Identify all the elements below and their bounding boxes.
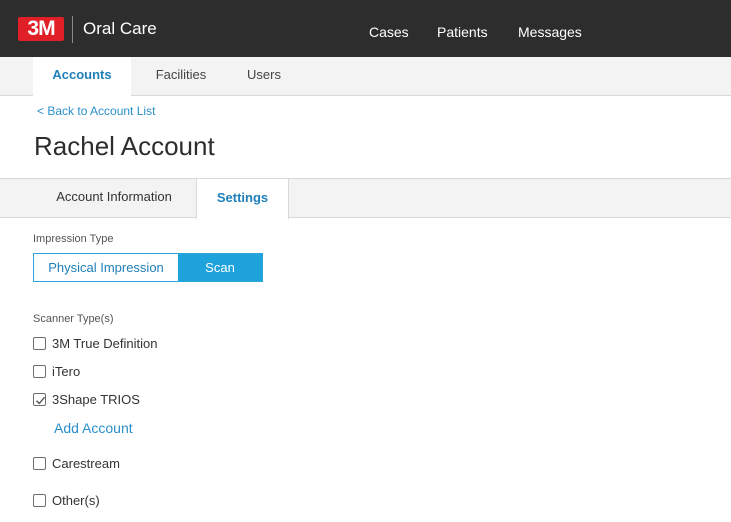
add-account-link[interactable]: Add Account — [54, 420, 133, 436]
scanner-option-3shape-trios[interactable]: 3Shape TRIOS — [33, 391, 140, 407]
sub-navigation: Accounts Facilities Users — [0, 57, 731, 97]
impression-type-toggle: Physical Impression Scan — [33, 253, 263, 282]
top-header: 3M Oral Care Cases Patients Messages — [0, 0, 731, 57]
tab-account-information[interactable]: Account Information — [34, 178, 194, 219]
tab-settings[interactable]: Settings — [196, 178, 289, 219]
scanner-option-label: Other(s) — [52, 492, 100, 508]
subtab-accounts[interactable]: Accounts — [33, 57, 131, 97]
subtab-users[interactable]: Users — [232, 57, 296, 96]
scanner-types-label: Scanner Type(s) — [33, 313, 114, 325]
impression-type-label: Impression Type — [33, 233, 114, 245]
checkmark-icon — [36, 396, 46, 404]
scanner-option-itero[interactable]: iTero — [33, 363, 80, 379]
checkbox[interactable] — [33, 336, 46, 350]
checkbox-checked[interactable] — [33, 392, 46, 406]
scanner-option-others[interactable]: Other(s) — [33, 492, 100, 508]
scanner-option-label: Carestream — [52, 455, 120, 471]
scanner-option-label: 3M True Definition — [52, 335, 158, 351]
scan-button[interactable]: Scan — [178, 254, 262, 281]
subtab-facilities[interactable]: Facilities — [141, 57, 221, 96]
checkbox[interactable] — [33, 364, 46, 378]
scanner-option-carestream[interactable]: Carestream — [33, 455, 120, 471]
page-title: Rachel Account — [34, 131, 215, 161]
scanner-option-3m-true-definition[interactable]: 3M True Definition — [33, 335, 158, 351]
logo-divider — [72, 16, 73, 43]
app-name: Oral Care — [83, 19, 157, 38]
scanner-option-label: iTero — [52, 363, 81, 379]
back-to-account-list-link[interactable]: < Back to Account List — [37, 104, 155, 118]
scanner-option-label: 3Shape TRIOS — [52, 391, 140, 407]
nav-messages[interactable]: Messages — [518, 24, 582, 40]
physical-impression-button[interactable]: Physical Impression — [34, 254, 178, 281]
checkbox[interactable] — [33, 493, 46, 507]
checkbox[interactable] — [33, 456, 46, 470]
nav-patients[interactable]: Patients — [437, 24, 488, 40]
nav-cases[interactable]: Cases — [369, 24, 409, 40]
content-tabs: Account Information Settings — [0, 178, 731, 219]
brand-logo[interactable]: 3M — [18, 17, 64, 41]
